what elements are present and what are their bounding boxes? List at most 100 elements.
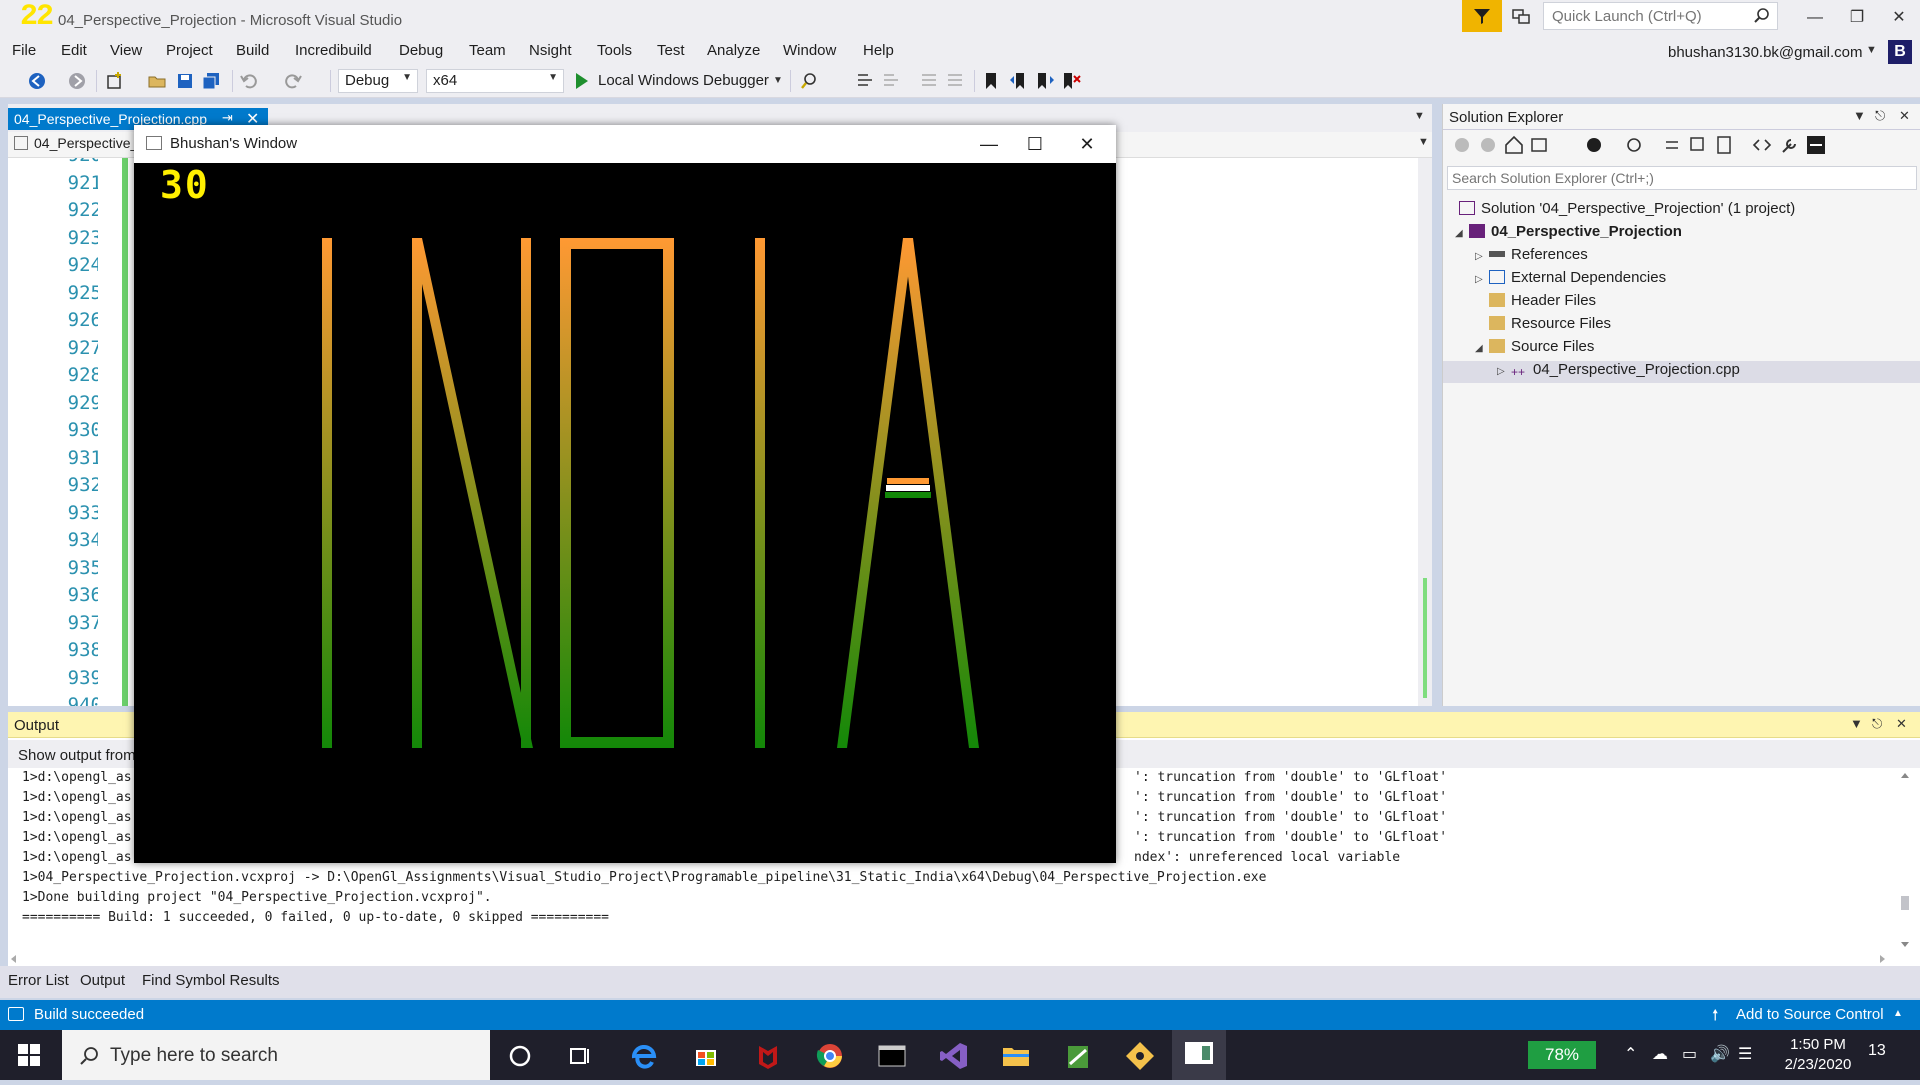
opengl-window[interactable]: Bhushan's Window — ☐ ✕ 30 — [134, 125, 1116, 863]
forward-icon[interactable] — [66, 70, 88, 92]
save-all-icon[interactable] — [200, 70, 222, 92]
menu-team[interactable]: Team — [469, 42, 506, 59]
chrome-icon[interactable] — [812, 1038, 848, 1074]
scope-dropdown[interactable]: 04_Perspective_ — [14, 135, 138, 151]
menu-nsight[interactable]: Nsight — [529, 42, 572, 59]
tree-project[interactable]: ◢ 04_Perspective_Projection — [1455, 223, 1682, 245]
new-project-icon[interactable] — [104, 70, 126, 92]
expand-icon[interactable]: ▷ — [1475, 274, 1489, 285]
home-icon[interactable] — [1503, 134, 1525, 156]
menu-help[interactable]: Help — [863, 42, 894, 59]
chevron-down-icon[interactable]: ▼ — [1866, 44, 1877, 56]
view-code-icon[interactable] — [1751, 134, 1773, 156]
step-icon[interactable] — [854, 70, 876, 92]
task-view-icon[interactable] — [562, 1038, 598, 1074]
feedback-icon[interactable] — [1510, 6, 1532, 28]
close-icon[interactable]: ✕ — [1896, 716, 1907, 732]
show-all-files-icon[interactable] — [1713, 134, 1735, 156]
image-editor-icon[interactable] — [1060, 1038, 1096, 1074]
visual-studio-icon[interactable] — [936, 1038, 972, 1074]
add-to-source-control-button[interactable]: Add to Source Control — [1736, 1006, 1884, 1023]
prev-bookmark-icon[interactable] — [1008, 70, 1030, 92]
tab-output[interactable]: Output — [80, 972, 125, 989]
solution-search-box[interactable] — [1447, 166, 1917, 190]
account-name[interactable]: bhushan3130.bk@gmail.com — [1668, 44, 1863, 61]
open-folder-icon[interactable] — [146, 70, 168, 92]
debugger-button[interactable]: Local Windows Debugger — [598, 72, 769, 89]
close-icon[interactable]: ✕ — [1899, 108, 1910, 124]
git-icon[interactable] — [1122, 1038, 1158, 1074]
show-hidden-icons-icon[interactable]: ⌃ — [1624, 1044, 1637, 1064]
collapse-icon[interactable]: ◢ — [1455, 228, 1469, 239]
menu-project[interactable]: Project — [166, 42, 213, 59]
battery-icon[interactable]: ▭ — [1682, 1044, 1697, 1064]
maximize-button[interactable]: ☐ — [1012, 129, 1058, 159]
quick-launch-input[interactable] — [1544, 3, 1744, 29]
save-icon[interactable] — [174, 70, 196, 92]
menu-view[interactable]: View — [110, 42, 142, 59]
comment-icon[interactable] — [918, 70, 940, 92]
cortana-icon[interactable] — [502, 1038, 538, 1074]
pin-icon[interactable]: ⎋ — [1875, 108, 1885, 124]
switch-views-icon[interactable] — [1529, 134, 1551, 156]
solution-config-dropdown[interactable]: Debug ▼ — [338, 69, 418, 93]
opengl-app-icon[interactable] — [1172, 1030, 1226, 1080]
redo-icon[interactable] — [282, 70, 304, 92]
uncomment-icon[interactable] — [944, 70, 966, 92]
next-bookmark-icon[interactable] — [1034, 70, 1056, 92]
menu-incredibuild[interactable]: Incredibuild — [295, 42, 372, 59]
tree-source-files[interactable]: ◢ Source Files — [1475, 338, 1594, 360]
menu-debug[interactable]: Debug — [399, 42, 443, 59]
terminal-icon[interactable] — [874, 1038, 910, 1074]
play-icon[interactable] — [574, 72, 590, 90]
back-icon[interactable] — [26, 70, 48, 92]
menu-edit[interactable]: Edit — [61, 42, 87, 59]
menu-tools[interactable]: Tools — [597, 42, 632, 59]
opengl-window-titlebar[interactable]: Bhushan's Window — ☐ ✕ — [134, 125, 1116, 163]
onedrive-icon[interactable]: ☁ — [1652, 1044, 1668, 1064]
volume-icon[interactable]: 🔊 — [1710, 1044, 1730, 1064]
battery-indicator[interactable]: 78% — [1528, 1041, 1596, 1069]
chevron-up-icon[interactable]: ▲ — [1893, 1008, 1903, 1019]
chevron-down-icon[interactable]: ▼ — [1418, 136, 1429, 148]
pin-icon[interactable]: ⇥ — [222, 110, 233, 126]
output-horizontal-scrollbar[interactable] — [8, 952, 1898, 964]
expand-icon[interactable]: ▷ — [1497, 366, 1511, 377]
back-icon[interactable] — [1451, 134, 1473, 156]
minimize-button[interactable]: — — [966, 129, 1012, 159]
pending-changes-icon[interactable] — [1623, 134, 1645, 156]
tree-references[interactable]: ▷ References — [1475, 246, 1588, 268]
menu-build[interactable]: Build — [236, 42, 269, 59]
wifi-icon[interactable]: ☰ — [1738, 1044, 1752, 1064]
tree-header-files[interactable]: Header Files — [1475, 292, 1596, 314]
preview-icon[interactable] — [1805, 134, 1827, 156]
tab-find-symbol-results[interactable]: Find Symbol Results — [142, 972, 280, 989]
step-over-icon[interactable] — [880, 70, 902, 92]
close-button[interactable]: ✕ — [1064, 129, 1110, 159]
quick-launch-box[interactable] — [1543, 2, 1778, 30]
expand-icon[interactable]: ▷ — [1475, 251, 1489, 262]
chevron-down-icon[interactable]: ▼ — [1850, 716, 1863, 731]
tree-external-dependencies[interactable]: ▷ External Dependencies — [1475, 269, 1666, 291]
clock[interactable]: 1:50 PM 2/23/2020 — [1768, 1035, 1868, 1075]
minimize-button[interactable]: — — [1798, 4, 1832, 32]
properties-icon[interactable] — [1779, 134, 1801, 156]
collapse-icon[interactable]: ◢ — [1475, 343, 1489, 354]
platform-dropdown[interactable]: x64 ▼ — [426, 69, 564, 93]
avatar[interactable]: B — [1888, 40, 1912, 64]
edge-browser-icon[interactable] — [626, 1038, 662, 1074]
tab-error-list[interactable]: Error List — [8, 972, 69, 989]
notifications-filter-icon[interactable] — [1462, 0, 1502, 32]
find-icon[interactable] — [798, 70, 820, 92]
menu-window[interactable]: Window — [783, 42, 836, 59]
scroll-thumb[interactable] — [1423, 578, 1427, 698]
refresh-icon[interactable] — [1661, 134, 1683, 156]
sync-icon[interactable] — [1583, 134, 1605, 156]
menu-analyze[interactable]: Analyze — [707, 42, 760, 59]
tree-resource-files[interactable]: Resource Files — [1475, 315, 1611, 337]
editor-scrollbar[interactable] — [1418, 158, 1432, 706]
windows-start-icon[interactable] — [18, 1044, 40, 1066]
tree-cpp-file[interactable]: ▷ ++ 04_Perspective_Projection.cpp — [1443, 361, 1920, 383]
file-explorer-icon[interactable] — [998, 1038, 1034, 1074]
bookmark-icon[interactable] — [980, 70, 1002, 92]
